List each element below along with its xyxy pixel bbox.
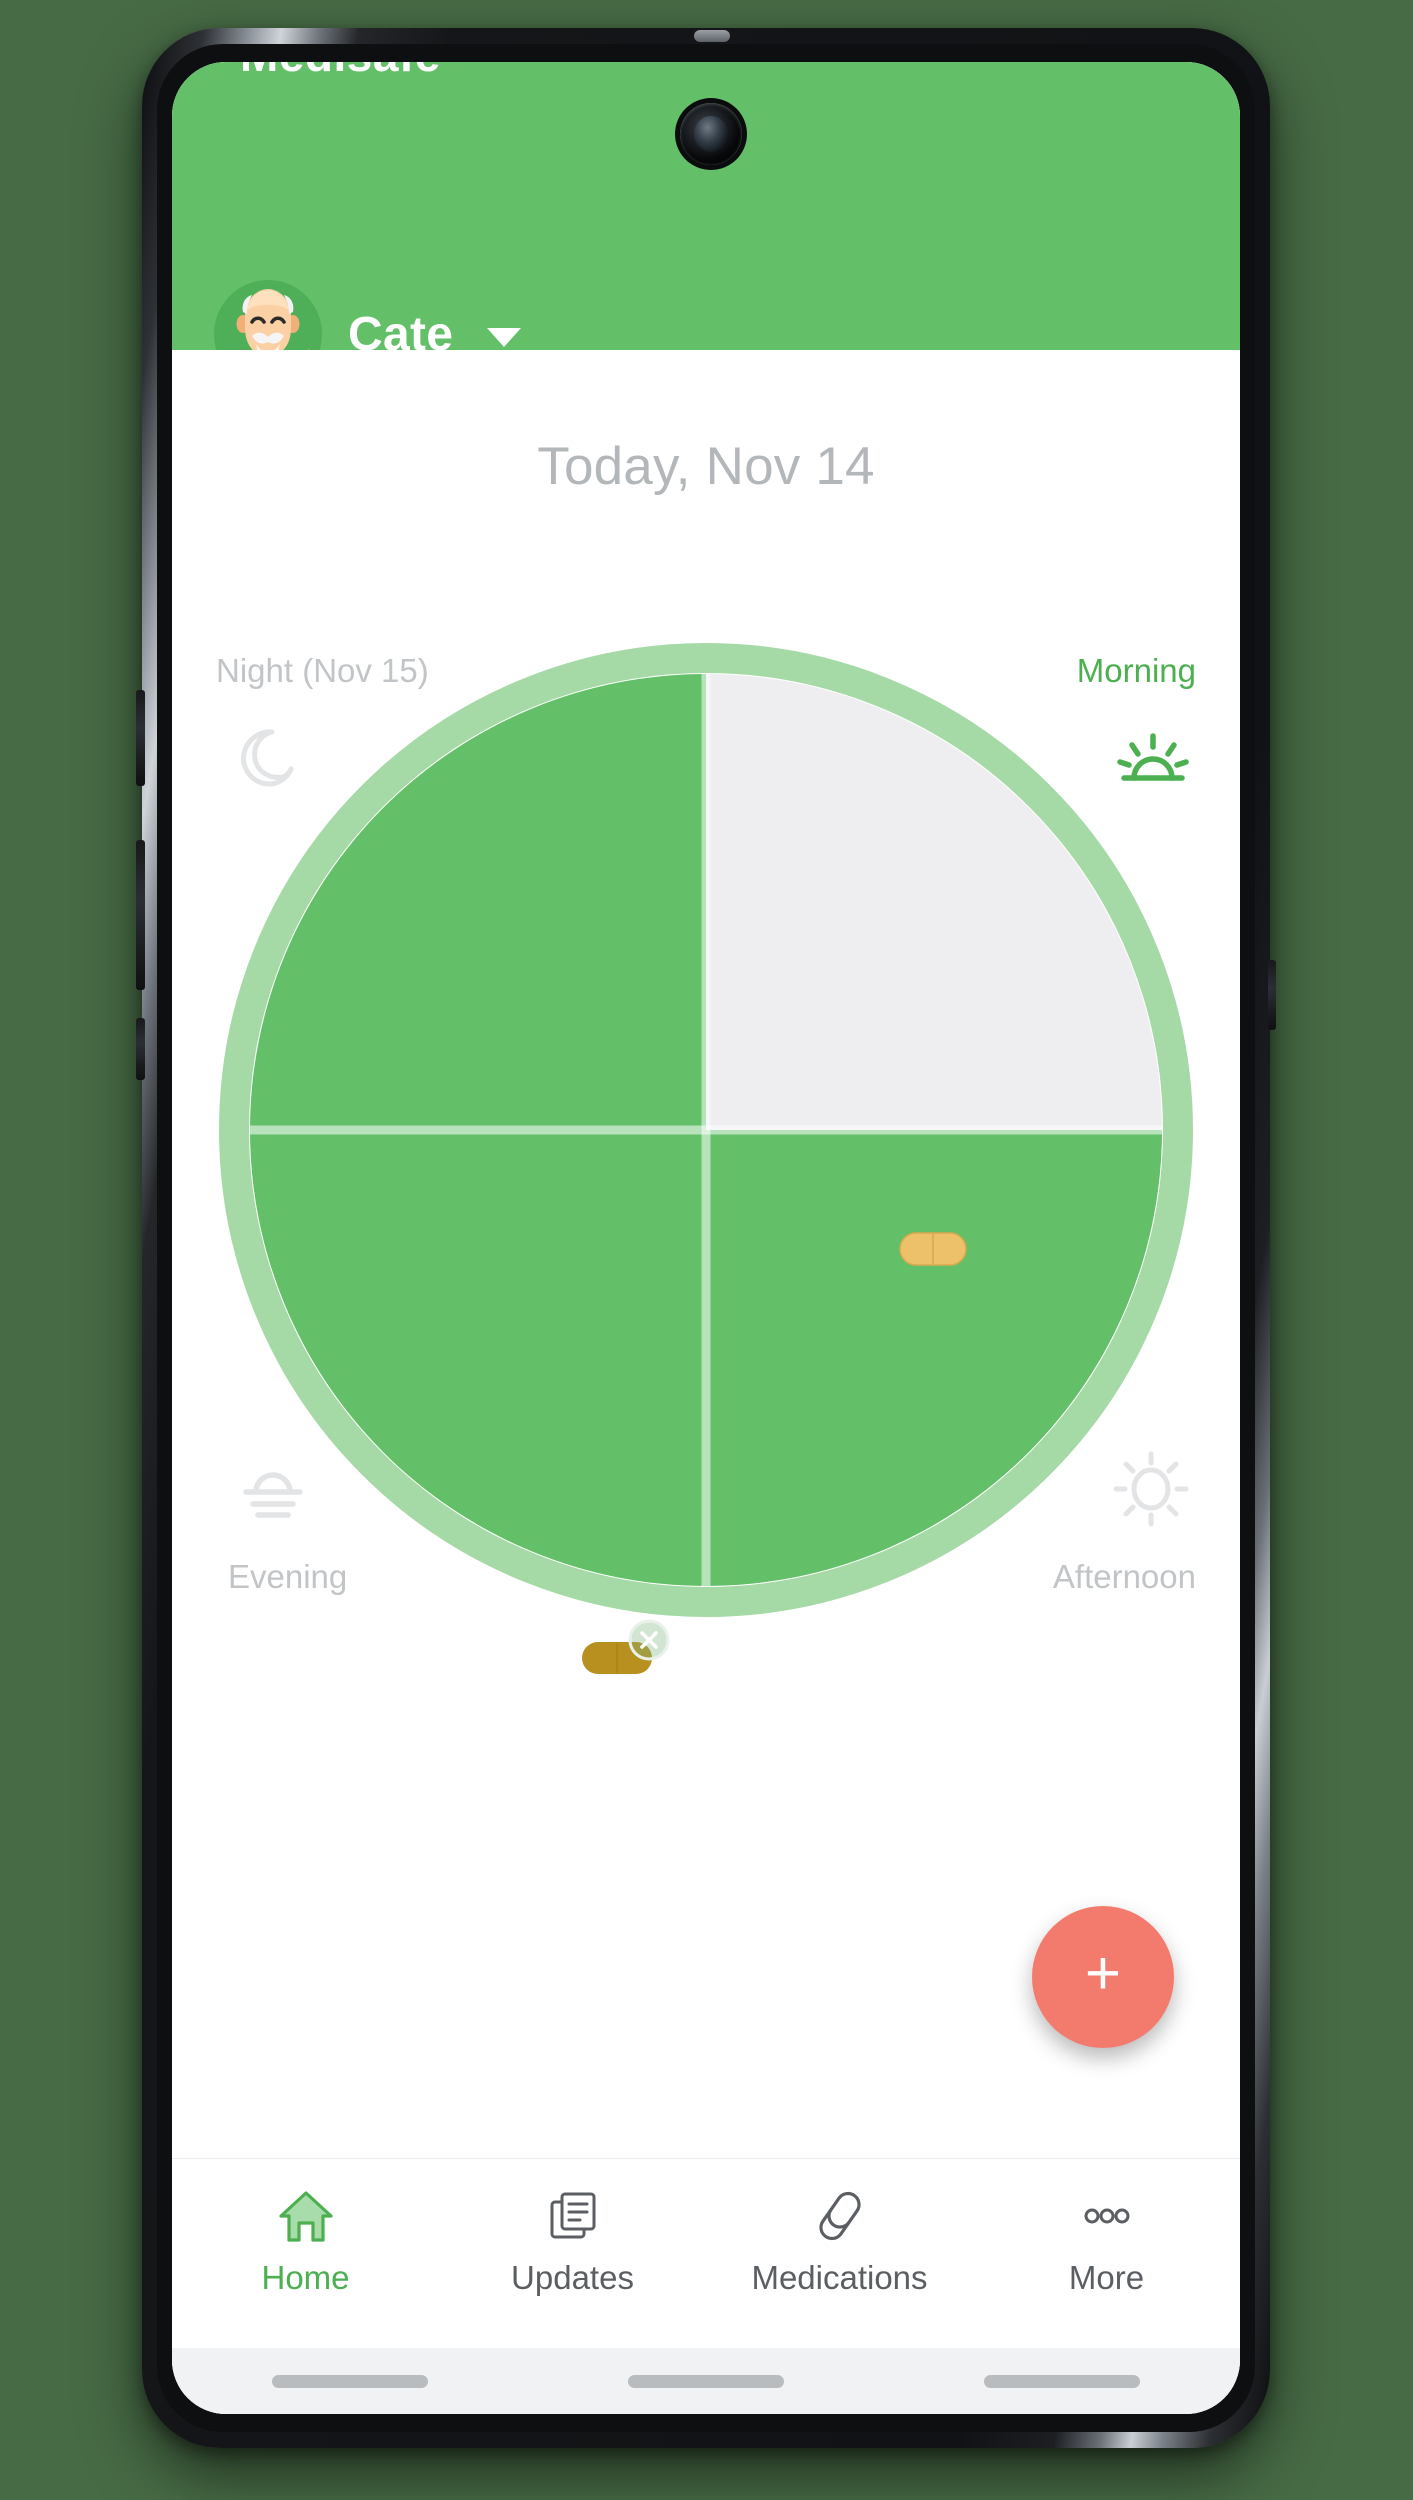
chevron-down-icon[interactable] (487, 327, 522, 347)
wheel-quadrant-morning[interactable] (706, 674, 1162, 1130)
document-icon (542, 2185, 604, 2247)
medication-pill-morning[interactable] (898, 1230, 968, 1268)
elderly-man-avatar-icon (236, 289, 300, 350)
camera-lens (694, 116, 728, 152)
wheel-label-evening[interactable]: Evening (228, 1558, 347, 1596)
home-content: Today, Nov 14 Night (Nov 15) Morning Eve… (172, 350, 1240, 2158)
wheel-label-afternoon[interactable]: Afternoon (1053, 1558, 1196, 1596)
app-title: Medisafe (240, 62, 441, 82)
home-icon (275, 2185, 337, 2247)
nav-item-home[interactable]: Home (172, 2185, 439, 2297)
profile-name: Cate (348, 307, 454, 351)
android-gesture-bar (172, 2348, 1240, 2414)
sunset-icon (243, 1472, 303, 1518)
gesture-back-handle[interactable] (272, 2374, 428, 2388)
medisafe-app: Medisafe (172, 62, 1240, 2414)
plus-icon: + (1084, 1939, 1122, 2008)
date-label: Today, Nov 14 (537, 437, 875, 496)
phone-screen: Medisafe (172, 62, 1240, 2414)
wheel-quadrant-afternoon[interactable] (706, 1130, 1162, 1586)
phone-side-button[interactable] (136, 690, 145, 786)
moon-icon (241, 729, 294, 787)
add-medication-fab[interactable]: + (1032, 1906, 1174, 2048)
earpiece-speaker (694, 30, 730, 42)
nav-label-home: Home (261, 2259, 350, 2296)
close-icon[interactable] (627, 1618, 671, 1662)
nav-label-more: More (1068, 2259, 1145, 2296)
nav-item-updates[interactable]: Updates (439, 2185, 706, 2297)
phone-volume-button[interactable] (136, 840, 145, 990)
wheel-quadrant-night[interactable] (250, 674, 706, 1130)
nav-item-more[interactable]: More (973, 2185, 1240, 2297)
capsule-icon (809, 2185, 871, 2247)
nav-label-medications: Medications (751, 2259, 928, 2296)
nav-item-medications[interactable]: Medications (706, 2185, 973, 2297)
wheel-label-night[interactable]: Night (Nov 15) (216, 652, 429, 690)
sunrise-icon (1117, 733, 1189, 781)
sun-icon (1113, 1451, 1189, 1527)
profile-selector[interactable]: Cate (214, 280, 522, 351)
wheel-label-morning[interactable]: Morning (1077, 652, 1196, 690)
more-dots-icon (1076, 2185, 1138, 2247)
medication-wheel[interactable]: Night (Nov 15) Morning Evening Afternoon (172, 630, 1240, 1630)
phone-power-button[interactable] (136, 1018, 145, 1080)
front-camera (680, 103, 742, 165)
gesture-home-handle[interactable] (628, 2374, 784, 2388)
phone-side-button-right[interactable] (1268, 960, 1276, 1030)
gesture-recents-handle[interactable] (984, 2374, 1140, 2388)
wheel-quadrant-evening[interactable] (250, 1130, 706, 1586)
wheel-graphic[interactable] (172, 630, 1240, 1630)
avatar-image (214, 280, 322, 350)
bottom-navigation: Home Updates Medications More (172, 2158, 1240, 2348)
avatar[interactable] (214, 280, 322, 350)
nav-label-updates: Updates (511, 2259, 634, 2296)
